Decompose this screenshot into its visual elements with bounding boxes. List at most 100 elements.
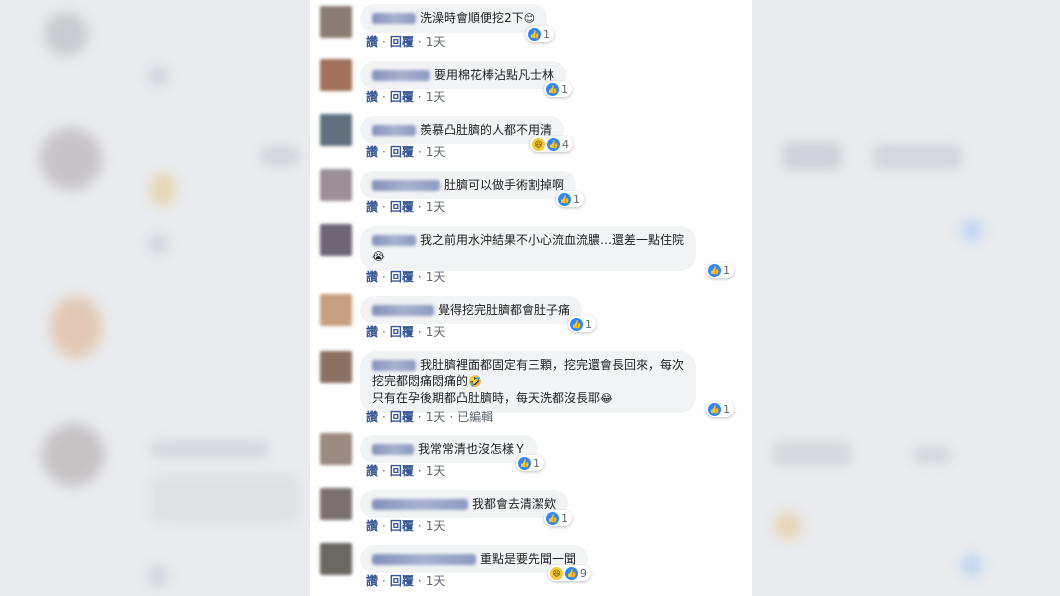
timestamp[interactable]: 1天 xyxy=(426,200,446,214)
username[interactable] xyxy=(372,235,416,246)
comment-text: 覺得挖完肚臍都會肚子痛 xyxy=(438,303,571,317)
comment-text: 肚臍可以做手術割掉啊 xyxy=(444,178,565,192)
comment-bubble: 我肚臍裡面都固定有三顆，挖完還會長回來，每次 挖完都悶痛悶痛的🤣 只有在孕後期都… xyxy=(360,351,697,413)
smile-emoji: 😊 xyxy=(523,12,536,25)
like-link[interactable]: 讚 xyxy=(366,574,378,588)
comment-feed: 洗澡時會順便挖2下😊 👍 1 讚 · 回覆 · 1天 要用棉花棒沾點凡士林 👍 1 讚 · 回覆… xyxy=(310,0,752,596)
rofl-emoji: 🤣 xyxy=(468,375,482,388)
reply-link[interactable]: 回覆 xyxy=(390,519,414,533)
like-link[interactable]: 讚 xyxy=(366,464,378,478)
reaction-count[interactable]: 👍 1 xyxy=(544,510,572,526)
haha-reaction-icon: 😆 xyxy=(532,137,545,151)
comment-text: 挖完都悶痛悶痛的 xyxy=(372,374,469,388)
like-reaction-icon: 👍 xyxy=(518,456,531,470)
comment-text: 要用棉花棒沾點凡士林 xyxy=(434,68,555,82)
username[interactable] xyxy=(372,554,476,565)
reply-link[interactable]: 回覆 xyxy=(390,145,414,159)
avatar[interactable] xyxy=(320,59,352,91)
like-reaction-icon: 👍 xyxy=(528,27,541,41)
username[interactable] xyxy=(372,499,468,510)
reaction-count[interactable]: 👍 1 xyxy=(568,316,596,332)
reply-link[interactable]: 回覆 xyxy=(390,325,414,339)
comment-actions: 讚 · 回覆 · 1天 xyxy=(366,325,446,339)
reply-link[interactable]: 回覆 xyxy=(390,464,414,478)
comment-actions: 讚 · 回覆 · 1天 xyxy=(366,35,446,49)
like-link[interactable]: 讚 xyxy=(366,90,378,104)
comment-text: 重點是要先聞一聞 xyxy=(480,552,577,566)
comment-bubble: 覺得挖完肚臍都會肚子痛 xyxy=(360,296,583,324)
timestamp[interactable]: 1天 xyxy=(426,410,446,424)
comment-actions: 讚 · 回覆 · 1天 xyxy=(366,574,446,588)
comment-actions: 讚 · 回覆 · 1天 xyxy=(366,90,446,104)
like-link[interactable]: 讚 xyxy=(366,325,378,339)
reply-link[interactable]: 回覆 xyxy=(390,270,414,284)
reply-link[interactable]: 回覆 xyxy=(390,35,414,49)
avatar[interactable] xyxy=(320,543,352,575)
comment-actions: 讚 · 回覆 · 1天 · 已編輯 xyxy=(366,410,494,424)
comment-actions: 讚 · 回覆 · 1天 xyxy=(366,145,446,159)
reaction-count[interactable]: 👍 1 xyxy=(526,26,554,42)
avatar[interactable] xyxy=(320,114,352,146)
username[interactable] xyxy=(372,444,414,455)
comment-text: 我都會去清潔欸 xyxy=(472,497,557,511)
comment-actions: 讚 · 回覆 · 1天 xyxy=(366,270,446,284)
comment-text: 我常常清也沒怎樣Ｙ xyxy=(418,442,527,456)
reply-link[interactable]: 回覆 xyxy=(390,410,414,424)
timestamp[interactable]: 1天 xyxy=(426,90,446,104)
avatar[interactable] xyxy=(320,169,352,201)
comment-bubble: 要用棉花棒沾點凡士林 xyxy=(360,61,567,89)
username[interactable] xyxy=(372,360,416,371)
username[interactable] xyxy=(372,180,440,191)
timestamp[interactable]: 1天 xyxy=(426,464,446,478)
avatar[interactable] xyxy=(320,6,352,38)
comment-text: 羨慕凸肚臍的人都不用清 xyxy=(420,123,553,137)
reaction-count[interactable]: 👍 1 xyxy=(556,191,584,207)
timestamp[interactable]: 1天 xyxy=(426,145,446,159)
like-reaction-icon: 👍 xyxy=(708,402,721,416)
like-reaction-icon: 👍 xyxy=(570,317,583,331)
like-link[interactable]: 讚 xyxy=(366,410,378,424)
username[interactable] xyxy=(372,305,434,316)
crying-emoji: 😭 xyxy=(372,250,385,263)
like-reaction-icon: 👍 xyxy=(565,566,578,580)
username[interactable] xyxy=(372,13,416,24)
blurred-background-left xyxy=(0,0,310,596)
haha-reaction-icon: 😆 xyxy=(550,566,563,580)
timestamp[interactable]: 1天 xyxy=(426,574,446,588)
like-link[interactable]: 讚 xyxy=(366,200,378,214)
reaction-count[interactable]: 👍 1 xyxy=(706,262,734,278)
comment-text: 我肚臍裡面都固定有三顆，挖完還會長回來，每次 xyxy=(420,358,685,372)
like-link[interactable]: 讚 xyxy=(366,35,378,49)
avatar[interactable] xyxy=(320,351,352,383)
like-reaction-icon: 👍 xyxy=(547,137,560,151)
avatar[interactable] xyxy=(320,433,352,465)
blurred-background-right xyxy=(752,0,1060,596)
timestamp[interactable]: 1天 xyxy=(426,325,446,339)
avatar[interactable] xyxy=(320,224,352,256)
reply-link[interactable]: 回覆 xyxy=(390,574,414,588)
joy-emoji: 😂 xyxy=(600,392,613,405)
like-link[interactable]: 讚 xyxy=(366,270,378,284)
reaction-count[interactable]: 👍 1 xyxy=(516,455,544,471)
comment-text: 我之前用水沖結果不小心流血流膿…還差一點住院 xyxy=(420,233,685,247)
timestamp[interactable]: 1天 xyxy=(426,35,446,49)
like-reaction-icon: 👍 xyxy=(546,511,559,525)
like-link[interactable]: 讚 xyxy=(366,145,378,159)
username[interactable] xyxy=(372,125,416,136)
reaction-count[interactable]: 👍 1 xyxy=(706,401,734,417)
avatar[interactable] xyxy=(320,294,352,326)
avatar[interactable] xyxy=(320,488,352,520)
edited-label[interactable]: 已編輯 xyxy=(457,410,493,424)
comment-bubble: 我之前用水沖結果不小心流血流膿…還差一點住院 😭 xyxy=(360,226,697,271)
like-reaction-icon: 👍 xyxy=(708,263,721,277)
reaction-count[interactable]: 👍 1 xyxy=(544,81,572,97)
like-link[interactable]: 讚 xyxy=(366,519,378,533)
reply-link[interactable]: 回覆 xyxy=(390,90,414,104)
reply-link[interactable]: 回覆 xyxy=(390,200,414,214)
username[interactable] xyxy=(372,70,430,81)
reaction-count[interactable]: 😆 👍 4 xyxy=(530,136,573,152)
timestamp[interactable]: 1天 xyxy=(426,519,446,533)
reaction-count[interactable]: 😆 👍 9 xyxy=(548,565,591,581)
comment-actions: 讚 · 回覆 · 1天 xyxy=(366,519,446,533)
timestamp[interactable]: 1天 xyxy=(426,270,446,284)
